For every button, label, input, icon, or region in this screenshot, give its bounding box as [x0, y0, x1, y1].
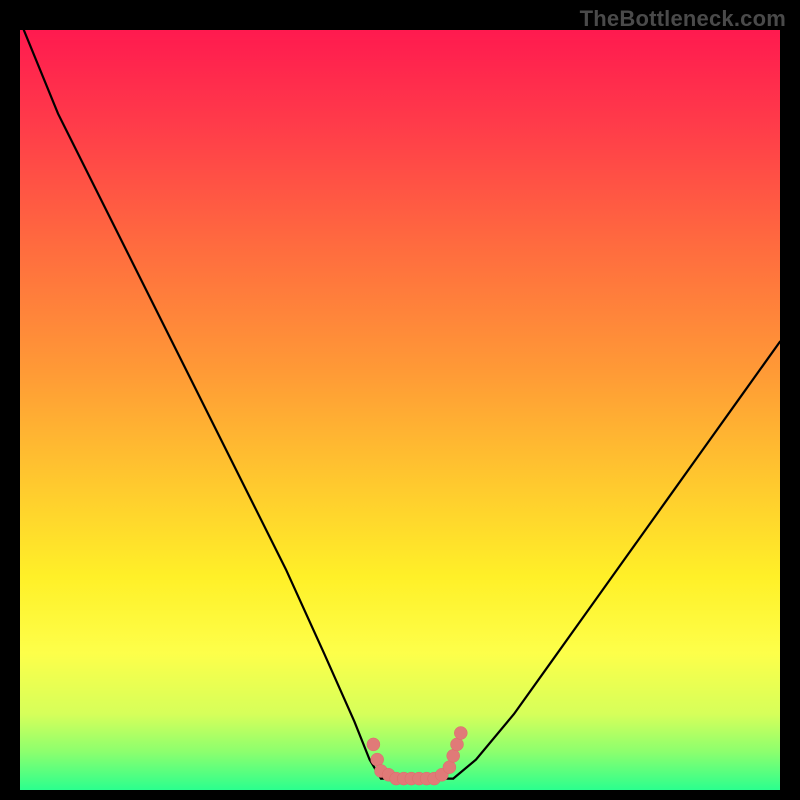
highlight-dot: [454, 727, 467, 740]
chart-frame: TheBottleneck.com: [0, 0, 800, 800]
highlight-dot: [371, 753, 384, 766]
highlight-dot: [447, 749, 460, 762]
highlight-dot: [451, 738, 464, 751]
gradient-background: [20, 30, 780, 790]
watermark-text: TheBottleneck.com: [580, 6, 786, 32]
highlight-dot: [367, 738, 380, 751]
highlight-dot: [443, 761, 456, 774]
plot-area: [20, 30, 780, 790]
chart-svg: [20, 30, 780, 790]
